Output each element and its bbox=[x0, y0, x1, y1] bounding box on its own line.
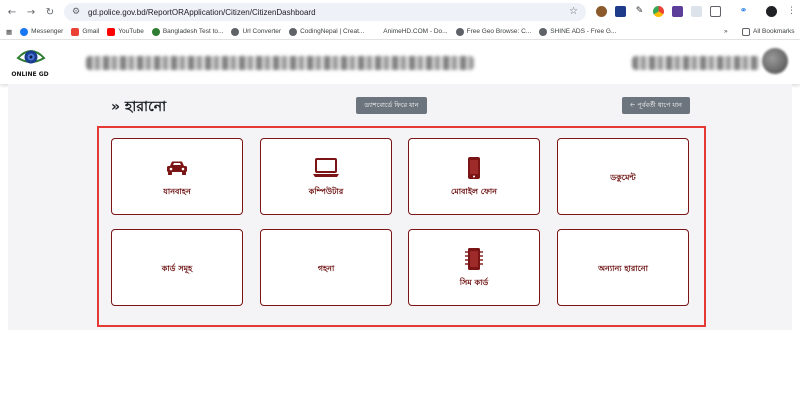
extension-icon[interactable] bbox=[672, 6, 683, 17]
category-card-computer[interactable]: কম্পিউটার bbox=[260, 138, 392, 215]
category-label: কার্ড সমূহ bbox=[161, 264, 193, 273]
category-card-other-lost[interactable]: অন্যান্য হারানো bbox=[557, 229, 689, 306]
category-card-vehicle[interactable]: যানবাহন bbox=[111, 138, 243, 215]
folder-icon bbox=[742, 27, 750, 36]
category-label: অন্যান্য হারানো bbox=[598, 264, 648, 273]
laptop-icon bbox=[312, 154, 340, 182]
site-header: ONLINE GD bbox=[0, 40, 800, 84]
bookmark-item[interactable]: CodingNepal | Creat... bbox=[289, 27, 364, 36]
gmail-icon bbox=[71, 27, 80, 36]
car-icon bbox=[166, 154, 188, 182]
globe-icon bbox=[539, 27, 548, 36]
messenger-icon bbox=[20, 27, 29, 36]
reload-icon[interactable]: ↻ bbox=[43, 5, 57, 19]
bookmark-item[interactable]: YouTube bbox=[107, 27, 144, 36]
site-icon bbox=[372, 27, 381, 36]
online-gd-logo[interactable]: ONLINE GD bbox=[8, 43, 52, 81]
category-label: মোবাইল ফোন bbox=[451, 187, 497, 196]
tab-search-icon[interactable]: ⚭ bbox=[738, 6, 749, 17]
category-label: কম্পিউটার bbox=[308, 187, 344, 196]
category-label: ডকুমেন্ট bbox=[610, 173, 636, 182]
bookmark-item[interactable]: SHINE ADS - Free G... bbox=[539, 27, 616, 36]
category-label: গহনা bbox=[317, 264, 335, 273]
apps-grid-icon[interactable]: ▦ bbox=[6, 28, 12, 36]
sim-card-icon bbox=[465, 245, 483, 273]
star-icon[interactable]: ☆ bbox=[569, 6, 578, 17]
chrome-icon[interactable] bbox=[653, 6, 664, 17]
url-text: gd.police.gov.bd/ReportORApplication/Cit… bbox=[88, 7, 316, 17]
back-arrow-icon[interactable]: ← bbox=[5, 5, 19, 19]
mobile-phone-icon bbox=[467, 154, 481, 182]
user-avatar[interactable] bbox=[762, 48, 788, 74]
bookmark-item[interactable]: Free Geo Browse: C... bbox=[455, 27, 531, 36]
header-title-redacted bbox=[86, 56, 474, 70]
previous-step-button[interactable]: 🡠 পূর্ববর্তী ধাপে যান bbox=[622, 97, 690, 114]
category-card-document[interactable]: ডকুমেন্ট bbox=[557, 138, 689, 215]
address-bar[interactable]: ⚙ gd.police.gov.bd/ReportORApplication/C… bbox=[64, 3, 586, 21]
bookmark-item[interactable]: Url Converter bbox=[231, 27, 281, 36]
bookmarks-bar: ▦ Messenger Gmail YouTube Bangladesh Tes… bbox=[0, 24, 800, 40]
site-icon bbox=[151, 27, 160, 36]
category-card-jewelry[interactable]: গহনা bbox=[260, 229, 392, 306]
globe-icon bbox=[289, 27, 298, 36]
site-info-icon[interactable]: ⚙ bbox=[70, 6, 82, 18]
category-card-cards[interactable]: কার্ড সমূহ bbox=[111, 229, 243, 306]
profile-avatar-icon[interactable] bbox=[766, 6, 777, 17]
forward-arrow-icon[interactable]: → bbox=[24, 5, 38, 19]
bookmark-item[interactable]: AnimeHD.COM - Do... bbox=[372, 27, 448, 36]
category-label: যানবাহন bbox=[163, 187, 191, 196]
browser-toolbar: ← → ↻ ⚙ gd.police.gov.bd/ReportORApplica… bbox=[0, 0, 800, 24]
page-title: » হারানো bbox=[111, 99, 167, 115]
bookmark-item[interactable]: Gmail bbox=[71, 27, 99, 36]
logo-text: ONLINE GD bbox=[11, 71, 49, 78]
category-label: সিম কার্ড bbox=[459, 278, 489, 287]
all-bookmarks[interactable]: All Bookmarks bbox=[742, 27, 795, 36]
more-bookmarks-icon[interactable]: » bbox=[724, 28, 728, 35]
category-card-mobile-phone[interactable]: মোবাইল ফোন bbox=[408, 138, 540, 215]
pen-icon[interactable]: ✎ bbox=[634, 6, 645, 17]
puzzle-icon[interactable] bbox=[710, 6, 721, 17]
bookmark-item[interactable]: Bangladesh Test to... bbox=[151, 27, 223, 36]
extension-icon[interactable] bbox=[596, 6, 607, 17]
category-card-sim-card[interactable]: সিম কার্ড bbox=[408, 229, 540, 306]
eye-logo-icon bbox=[16, 50, 46, 64]
extension-icon[interactable] bbox=[615, 6, 626, 17]
bookmark-item[interactable]: Messenger bbox=[20, 27, 63, 36]
youtube-icon bbox=[107, 27, 116, 36]
menu-dots-icon[interactable]: ⋮ bbox=[786, 6, 797, 17]
image-icon[interactable] bbox=[691, 6, 702, 17]
dashboard-button[interactable]: ড্যাশবোর্ডে ফিরে যান bbox=[356, 97, 427, 114]
user-name-redacted bbox=[632, 56, 760, 70]
globe-icon bbox=[231, 27, 240, 36]
globe-icon bbox=[455, 27, 464, 36]
